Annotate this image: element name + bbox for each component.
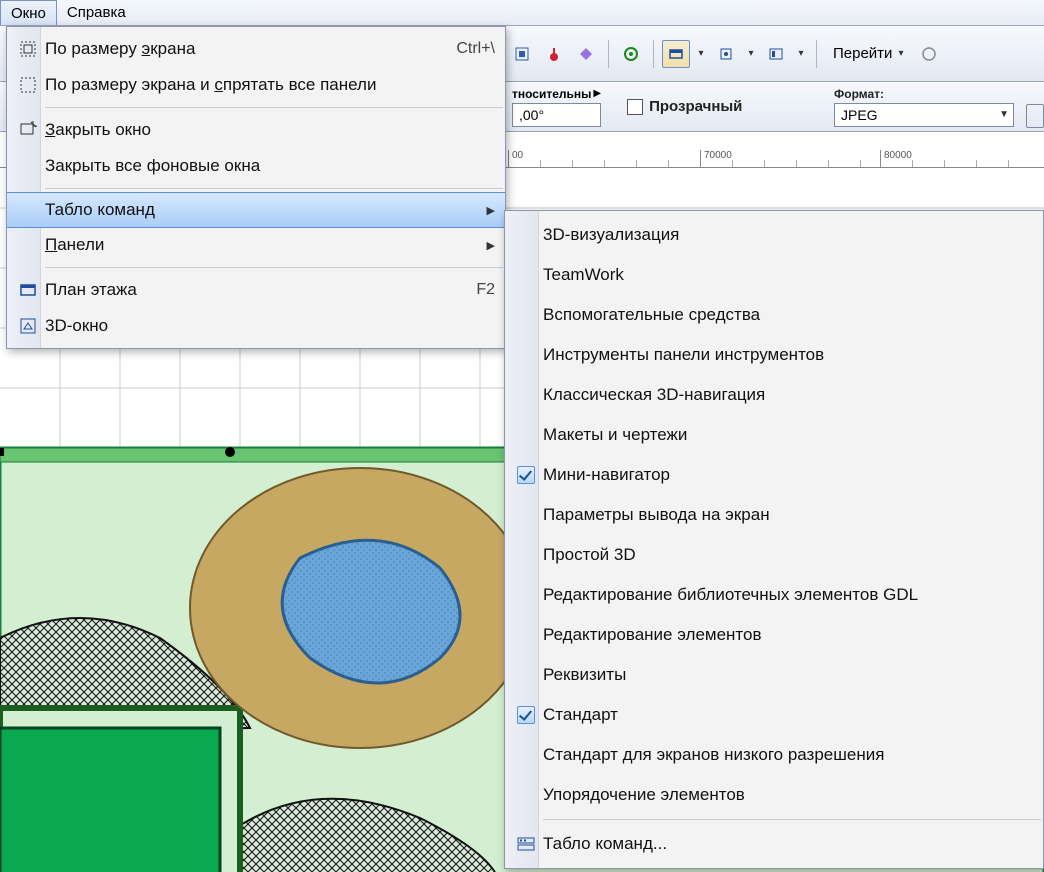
menu-command-toolbar[interactable]: Табло команд ▶ xyxy=(7,192,505,228)
toolbar-separator xyxy=(653,40,654,68)
submenu-item[interactable]: Мини-навигатор xyxy=(505,455,1043,495)
check-icon xyxy=(517,706,535,724)
menu-separator xyxy=(45,188,503,189)
transparent-checkbox[interactable]: Прозрачный xyxy=(627,98,742,115)
toolbar-separator xyxy=(816,40,817,68)
menu-fit-screen[interactable]: По размеру экрана Ctrl+\ xyxy=(7,31,505,67)
3d-window-icon xyxy=(11,317,45,335)
menu-panels[interactable]: Панели ▶ xyxy=(7,227,505,263)
angle-field[interactable]: ,00° xyxy=(512,103,601,127)
submenu-item-label: TeamWork xyxy=(543,265,1029,285)
submenu-item[interactable]: Параметры вывода на экран xyxy=(505,495,1043,535)
submenu-arrow-icon: ▶ xyxy=(487,204,495,217)
submenu-item-label: 3D-визуализация xyxy=(543,225,1029,245)
floor-plan-icon xyxy=(11,281,45,299)
tool-dropdown-5[interactable] xyxy=(794,40,808,68)
fit-screen-icon xyxy=(11,40,45,58)
close-window-icon xyxy=(11,121,45,139)
tool-dropdown-4[interactable] xyxy=(744,40,758,68)
menu-separator xyxy=(45,267,503,268)
fit-hide-icon xyxy=(11,76,45,94)
submenu-item[interactable]: Вспомогательные средства xyxy=(505,295,1043,335)
format-label: Формат: xyxy=(834,87,1014,101)
submenu-item-label: Реквизиты xyxy=(543,665,1029,685)
tool-icon-4[interactable] xyxy=(712,40,740,68)
menu-window[interactable]: Окно xyxy=(0,0,57,25)
submenu-item[interactable]: Редактирование элементов xyxy=(505,615,1043,655)
submenu-item[interactable]: 3D-визуализация xyxy=(505,215,1043,255)
submenu-item[interactable]: Редактирование библиотечных элементов GD… xyxy=(505,575,1043,615)
tool-icon-5[interactable] xyxy=(762,40,790,68)
submenu-item[interactable]: Стандарт xyxy=(505,695,1043,735)
format-select[interactable]: JPEG ▼ xyxy=(834,103,1014,127)
tool-view-dropdown[interactable] xyxy=(694,40,708,68)
prop-more-button[interactable] xyxy=(1026,104,1044,128)
submenu-item[interactable]: Инструменты панели инструментов xyxy=(505,335,1043,375)
toolbar-config-icon xyxy=(509,837,543,851)
submenu-item[interactable]: Простой 3D xyxy=(505,535,1043,575)
submenu-item[interactable]: TeamWork xyxy=(505,255,1043,295)
submenu-item-label: Стандарт xyxy=(543,705,1029,725)
submenu-toolbar-config[interactable]: Табло команд... xyxy=(505,824,1043,864)
submenu-item-label: Стандарт для экранов низкого разрешения xyxy=(543,745,1029,765)
tool-icon-3[interactable] xyxy=(572,40,600,68)
submenu-item[interactable]: Стандарт для экранов низкого разрешения xyxy=(505,735,1043,775)
submenu-item-label: Макеты и чертежи xyxy=(543,425,1029,445)
menu-fit-hide-panels[interactable]: По размеру экрана и спрятать все панели xyxy=(7,67,505,103)
menu-close-window[interactable]: Закрыть окно xyxy=(7,112,505,148)
submenu-item-label: Классическая 3D-навигация xyxy=(543,385,1029,405)
submenu-item[interactable]: Реквизиты xyxy=(505,655,1043,695)
menu-help[interactable]: Справка xyxy=(57,0,136,25)
toolbar-separator xyxy=(608,40,609,68)
tool-icon-2[interactable] xyxy=(540,40,568,68)
menu-bar: Окно Справка xyxy=(0,0,1044,26)
submenu-item-label: Параметры вывода на экран xyxy=(543,505,1029,525)
submenu-item-label: Упорядочение элементов xyxy=(543,785,1029,805)
submenu-item-label: Инструменты панели инструментов xyxy=(543,345,1029,365)
menu-floor-plan[interactable]: План этажа F2 xyxy=(7,272,505,308)
submenu-item-label: Редактирование элементов xyxy=(543,625,1029,645)
submenu-arrow-icon: ▶ xyxy=(487,239,495,252)
tool-icon-1[interactable] xyxy=(508,40,536,68)
checkbox-box xyxy=(627,99,643,115)
tool-target-icon[interactable] xyxy=(617,40,645,68)
menu-separator xyxy=(45,107,503,108)
window-menu-dropdown: По размеру экрана Ctrl+\ По размеру экра… xyxy=(6,26,506,349)
submenu-item-label: Простой 3D xyxy=(543,545,1029,565)
menu-close-all-bg[interactable]: Закрыть все фоновые окна xyxy=(7,148,505,184)
submenu-item[interactable]: Упорядочение элементов xyxy=(505,775,1043,815)
menu-3d-window[interactable]: 3D-окно xyxy=(7,308,505,344)
check-icon xyxy=(517,466,535,484)
submenu-item-label: Вспомогательные средства xyxy=(543,305,1029,325)
submenu-item-label: Мини-навигатор xyxy=(543,465,1029,485)
goto-button[interactable]: Перейти xyxy=(825,40,911,68)
submenu-item[interactable]: Макеты и чертежи xyxy=(505,415,1043,455)
submenu-item[interactable]: Классическая 3D-навигация xyxy=(505,375,1043,415)
menu-separator xyxy=(543,819,1041,820)
tool-view-icon[interactable] xyxy=(662,40,690,68)
tool-icon-6[interactable] xyxy=(915,40,943,68)
relative-label: тносительны xyxy=(512,87,591,101)
submenu-item-label: Редактирование библиотечных элементов GD… xyxy=(543,585,1029,605)
command-toolbar-submenu: 3D-визуализация TeamWork Вспомогательные с… xyxy=(504,210,1044,869)
